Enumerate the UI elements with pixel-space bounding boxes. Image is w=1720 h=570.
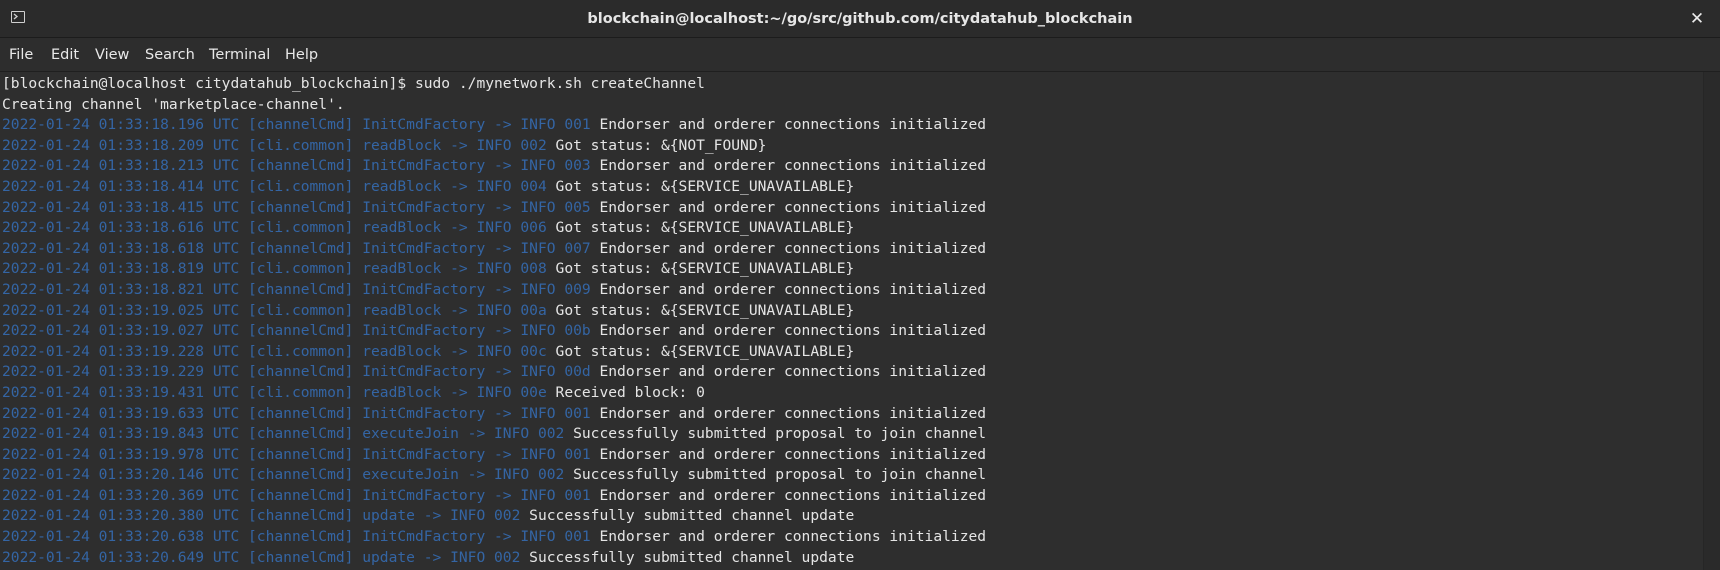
- log-message: Got status: &{SERVICE_UNAVAILABLE}: [546, 177, 855, 195]
- prompt-line: [blockchain@localhost citydatahub_blockc…: [2, 75, 705, 92]
- log-line: 2022-01-24 01:33:19.229 UTC [channelCmd]…: [2, 362, 986, 383]
- log-message: Successfully submitted channel update: [520, 548, 855, 566]
- menu-terminal[interactable]: Terminal: [209, 38, 270, 72]
- log-message: Got status: &{SERVICE_UNAVAILABLE}: [546, 301, 855, 319]
- log-line: 2022-01-24 01:33:18.209 UTC [cli.common]…: [2, 136, 986, 157]
- log-message: Successfully submitted channel update: [520, 507, 855, 525]
- title-bar: blockchain@localhost:~/go/src/github.com…: [0, 0, 1720, 38]
- menu-edit[interactable]: Edit: [51, 38, 79, 72]
- log-line: 2022-01-24 01:33:18.213 UTC [channelCmd]…: [2, 156, 986, 177]
- menu-help[interactable]: Help: [285, 38, 318, 72]
- log-prefix: 2022-01-24 01:33:20.638 UTC [channelCmd]…: [2, 528, 591, 546]
- log-line: 2022-01-24 01:33:20.649 UTC [channelCmd]…: [2, 548, 986, 569]
- log-message: Successfully submitted proposal to join …: [564, 425, 987, 443]
- log-line: 2022-01-24 01:33:20.369 UTC [channelCmd]…: [2, 486, 986, 507]
- log-line: 2022-01-24 01:33:19.978 UTC [channelCmd]…: [2, 445, 986, 466]
- menu-file[interactable]: File: [9, 38, 33, 72]
- log-line: 2022-01-24 01:33:19.843 UTC [channelCmd]…: [2, 424, 986, 445]
- log-message: Endorser and orderer connections initial…: [590, 239, 987, 257]
- log-prefix: 2022-01-24 01:33:20.380 UTC [channelCmd]…: [2, 507, 521, 525]
- scrollbar[interactable]: [1703, 72, 1720, 570]
- window-title: blockchain@localhost:~/go/src/github.com…: [587, 11, 1133, 27]
- log-line: 2022-01-24 01:33:18.821 UTC [channelCmd]…: [2, 280, 986, 301]
- log-prefix: 2022-01-24 01:33:18.819 UTC [cli.common]…: [2, 260, 547, 278]
- log-message: Endorser and orderer connections initial…: [590, 404, 987, 422]
- menu-search[interactable]: Search: [145, 38, 195, 72]
- terminal-output[interactable]: [blockchain@localhost citydatahub_blockc…: [0, 72, 1703, 570]
- log-message: Endorser and orderer connections initial…: [590, 363, 987, 381]
- log-prefix: 2022-01-24 01:33:20.369 UTC [channelCmd]…: [2, 486, 591, 504]
- log-line: 2022-01-24 01:33:18.196 UTC [channelCmd]…: [2, 115, 986, 136]
- menu-view[interactable]: View: [95, 38, 129, 72]
- log-prefix: 2022-01-24 01:33:20.146 UTC [channelCmd]…: [2, 466, 565, 484]
- log-message: Got status: &{SERVICE_UNAVAILABLE}: [546, 219, 855, 237]
- log-message: Received block: 0: [546, 383, 705, 401]
- log-line: 2022-01-24 01:33:18.415 UTC [channelCmd]…: [2, 198, 986, 219]
- log-line: 2022-01-24 01:33:19.633 UTC [channelCmd]…: [2, 404, 986, 425]
- log-line: 2022-01-24 01:33:20.380 UTC [channelCmd]…: [2, 506, 986, 527]
- menu-bar: File Edit View Search Terminal Help: [0, 38, 1720, 72]
- log-line: 2022-01-24 01:33:19.431 UTC [cli.common]…: [2, 383, 986, 404]
- log-message: Endorser and orderer connections initial…: [590, 486, 987, 504]
- log-message: Endorser and orderer connections initial…: [590, 116, 987, 134]
- log-prefix: 2022-01-24 01:33:20.649 UTC [channelCmd]…: [2, 548, 521, 566]
- log-prefix: 2022-01-24 01:33:19.228 UTC [cli.common]…: [2, 342, 547, 360]
- log-line: 2022-01-24 01:33:19.025 UTC [cli.common]…: [2, 301, 986, 322]
- log-prefix: 2022-01-24 01:33:18.414 UTC [cli.common]…: [2, 177, 547, 195]
- log-prefix: 2022-01-24 01:33:19.978 UTC [channelCmd]…: [2, 445, 591, 463]
- log-message: Endorser and orderer connections initial…: [590, 528, 987, 546]
- log-prefix: 2022-01-24 01:33:19.027 UTC [channelCmd]…: [2, 322, 591, 340]
- log-message: Got status: &{SERVICE_UNAVAILABLE}: [546, 342, 855, 360]
- log-line: 2022-01-24 01:33:19.228 UTC [cli.common]…: [2, 342, 986, 363]
- terminal-lines: [blockchain@localhost citydatahub_blockc…: [2, 74, 986, 568]
- log-message: Successfully submitted proposal to join …: [564, 466, 987, 484]
- status-line: Creating channel 'marketplace-channel'.: [2, 95, 345, 113]
- log-message: Endorser and orderer connections initial…: [590, 198, 987, 216]
- log-prefix: 2022-01-24 01:33:19.633 UTC [channelCmd]…: [2, 404, 591, 422]
- log-prefix: 2022-01-24 01:33:18.618 UTC [channelCmd]…: [2, 239, 591, 257]
- log-message: Got status: &{SERVICE_UNAVAILABLE}: [546, 260, 855, 278]
- log-message: Endorser and orderer connections initial…: [590, 280, 987, 298]
- log-message: Got status: &{NOT_FOUND}: [546, 136, 767, 154]
- log-line: 2022-01-24 01:33:20.146 UTC [channelCmd]…: [2, 465, 986, 486]
- log-prefix: 2022-01-24 01:33:19.025 UTC [cli.common]…: [2, 301, 547, 319]
- log-line: 2022-01-24 01:33:18.819 UTC [cli.common]…: [2, 259, 986, 280]
- log-line: 2022-01-24 01:33:18.618 UTC [channelCmd]…: [2, 239, 986, 260]
- log-prefix: 2022-01-24 01:33:18.821 UTC [channelCmd]…: [2, 280, 591, 298]
- log-message: Endorser and orderer connections initial…: [590, 157, 987, 175]
- log-prefix: 2022-01-24 01:33:19.843 UTC [channelCmd]…: [2, 425, 565, 443]
- close-icon[interactable]: ✕: [1686, 8, 1708, 30]
- log-prefix: 2022-01-24 01:33:19.431 UTC [cli.common]…: [2, 383, 547, 401]
- log-message: Endorser and orderer connections initial…: [590, 445, 987, 463]
- log-prefix: 2022-01-24 01:33:18.196 UTC [channelCmd]…: [2, 116, 591, 134]
- log-prefix: 2022-01-24 01:33:18.616 UTC [cli.common]…: [2, 219, 547, 237]
- log-prefix: 2022-01-24 01:33:18.209 UTC [cli.common]…: [2, 136, 547, 154]
- log-line: 2022-01-24 01:33:19.027 UTC [channelCmd]…: [2, 321, 986, 342]
- log-line: 2022-01-24 01:33:18.616 UTC [cli.common]…: [2, 218, 986, 239]
- log-message: Endorser and orderer connections initial…: [590, 322, 987, 340]
- log-line: 2022-01-24 01:33:20.638 UTC [channelCmd]…: [2, 527, 986, 548]
- log-prefix: 2022-01-24 01:33:18.415 UTC [channelCmd]…: [2, 198, 591, 216]
- log-prefix: 2022-01-24 01:33:19.229 UTC [channelCmd]…: [2, 363, 591, 381]
- log-prefix: 2022-01-24 01:33:18.213 UTC [channelCmd]…: [2, 157, 591, 175]
- log-line: 2022-01-24 01:33:18.414 UTC [cli.common]…: [2, 177, 986, 198]
